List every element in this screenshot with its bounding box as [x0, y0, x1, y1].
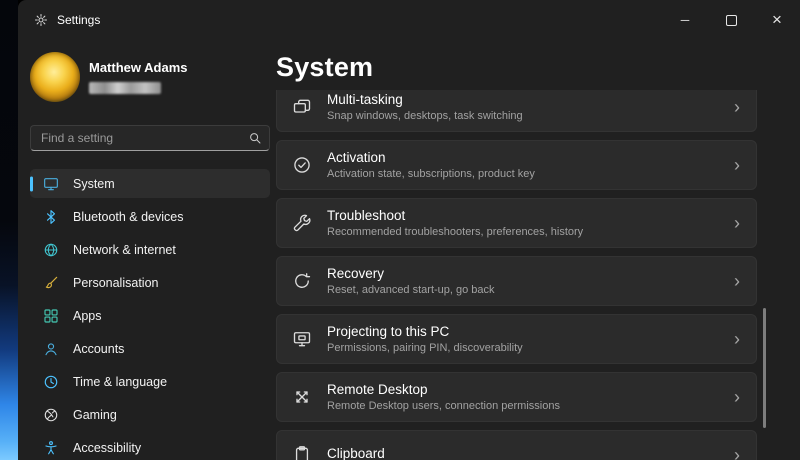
card-title: Troubleshoot [327, 208, 583, 223]
sidebar-item-label: Personalisation [73, 276, 158, 290]
sidebar-item-system[interactable]: System [30, 169, 270, 198]
maximize-button[interactable] [708, 0, 754, 40]
window-controls: ─ × [662, 0, 800, 40]
close-button[interactable]: × [754, 0, 800, 40]
user-name: Matthew Adams [89, 60, 187, 75]
recovery-arrow-icon [291, 271, 312, 291]
sidebar-item-accounts[interactable]: Accounts [30, 334, 270, 363]
chevron-right-icon: › [734, 330, 740, 348]
sidebar-item-gaming[interactable]: Gaming [30, 400, 270, 429]
sidebar-item-apps[interactable]: Apps [30, 301, 270, 330]
user-email-redacted [89, 82, 161, 94]
sidebar-item-accessibility[interactable]: Accessibility [30, 433, 270, 460]
search-box [30, 125, 270, 151]
card-title: Multi-tasking [327, 92, 523, 107]
accessibility-icon [42, 440, 59, 456]
settings-card-list: Multi-tasking Snap windows, desktops, ta… [276, 90, 757, 460]
card-subtitle: Permissions, pairing PIN, discoverabilit… [327, 342, 523, 354]
sidebar-item-time-language[interactable]: Time & language [30, 367, 270, 396]
sidebar-item-label: Accessibility [73, 441, 141, 455]
card-title: Projecting to this PC [327, 324, 523, 339]
card-title: Recovery [327, 266, 495, 281]
bluetooth-icon [42, 209, 59, 225]
search-icon[interactable] [248, 131, 262, 145]
card-troubleshoot[interactable]: Troubleshoot Recommended troubleshooters… [276, 198, 757, 248]
sidebar-item-label: Network & internet [73, 243, 176, 257]
xbox-icon [42, 407, 59, 423]
desktop-wallpaper-strip [0, 0, 18, 460]
sidebar-item-label: Accounts [73, 342, 124, 356]
chevron-right-icon: › [734, 272, 740, 290]
sidebar-item-label: Gaming [73, 408, 117, 422]
sidebar-item-bluetooth[interactable]: Bluetooth & devices [30, 202, 270, 231]
sidebar: Matthew Adams [18, 40, 282, 460]
card-multi-tasking[interactable]: Multi-tasking Snap windows, desktops, ta… [276, 90, 757, 132]
avatar [30, 52, 80, 102]
settings-window: Settings ─ × Matthew Adams [18, 0, 800, 460]
card-recovery[interactable]: Recovery Reset, advanced start-up, go ba… [276, 256, 757, 306]
card-subtitle: Reset, advanced start-up, go back [327, 284, 495, 296]
card-title: Activation [327, 150, 535, 165]
sidebar-nav: System Bluetooth & devices [30, 169, 270, 460]
card-subtitle: Remote Desktop users, connection permiss… [327, 400, 560, 412]
chevron-right-icon: › [734, 214, 740, 232]
wrench-icon [291, 213, 312, 233]
card-subtitle: Activation state, subscriptions, product… [327, 168, 535, 180]
multitask-icon [291, 97, 312, 117]
screen: Settings ─ × Matthew Adams [0, 0, 800, 460]
titlebar[interactable]: Settings ─ × [18, 0, 800, 40]
page-title: System [276, 52, 373, 83]
close-icon: × [772, 10, 782, 30]
card-projecting-to-this-pc[interactable]: Projecting to this PC Permissions, pairi… [276, 314, 757, 364]
card-activation[interactable]: Activation Activation state, subscriptio… [276, 140, 757, 190]
sidebar-item-network[interactable]: Network & internet [30, 235, 270, 264]
main-content: System Multi-tasking Snap windows, deskt… [276, 40, 800, 460]
clock-icon [42, 374, 59, 390]
sidebar-item-label: Time & language [73, 375, 167, 389]
person-icon [42, 341, 59, 357]
apps-grid-icon [42, 308, 59, 324]
search-input[interactable] [30, 125, 270, 151]
projecting-icon [291, 329, 312, 349]
card-title: Remote Desktop [327, 382, 560, 397]
minimize-button[interactable]: ─ [662, 0, 708, 40]
sidebar-item-label: System [73, 177, 115, 191]
chevron-right-icon: › [734, 98, 740, 116]
chevron-right-icon: › [734, 446, 740, 460]
selected-indicator [30, 176, 33, 191]
paintbrush-icon [42, 275, 59, 291]
scrollbar-thumb[interactable] [763, 308, 766, 428]
globe-icon [42, 242, 59, 258]
card-clipboard[interactable]: Clipboard › [276, 430, 757, 460]
user-profile: Matthew Adams [30, 52, 270, 102]
sidebar-item-label: Bluetooth & devices [73, 210, 184, 224]
monitor-icon [42, 176, 59, 192]
card-title: Clipboard [327, 446, 385, 460]
maximize-icon [726, 15, 737, 26]
chevron-right-icon: › [734, 388, 740, 406]
settings-gear-icon [34, 13, 48, 27]
clipboard-icon [291, 445, 312, 460]
remote-desktop-icon [291, 387, 312, 407]
window-title: Settings [57, 13, 100, 27]
card-subtitle: Recommended troubleshooters, preferences… [327, 226, 583, 238]
card-subtitle: Snap windows, desktops, task switching [327, 110, 523, 122]
chevron-right-icon: › [734, 156, 740, 174]
activation-check-icon [291, 155, 312, 175]
sidebar-item-label: Apps [73, 309, 102, 323]
sidebar-item-personalisation[interactable]: Personalisation [30, 268, 270, 297]
card-remote-desktop[interactable]: Remote Desktop Remote Desktop users, con… [276, 372, 757, 422]
minimize-icon: ─ [681, 13, 690, 27]
